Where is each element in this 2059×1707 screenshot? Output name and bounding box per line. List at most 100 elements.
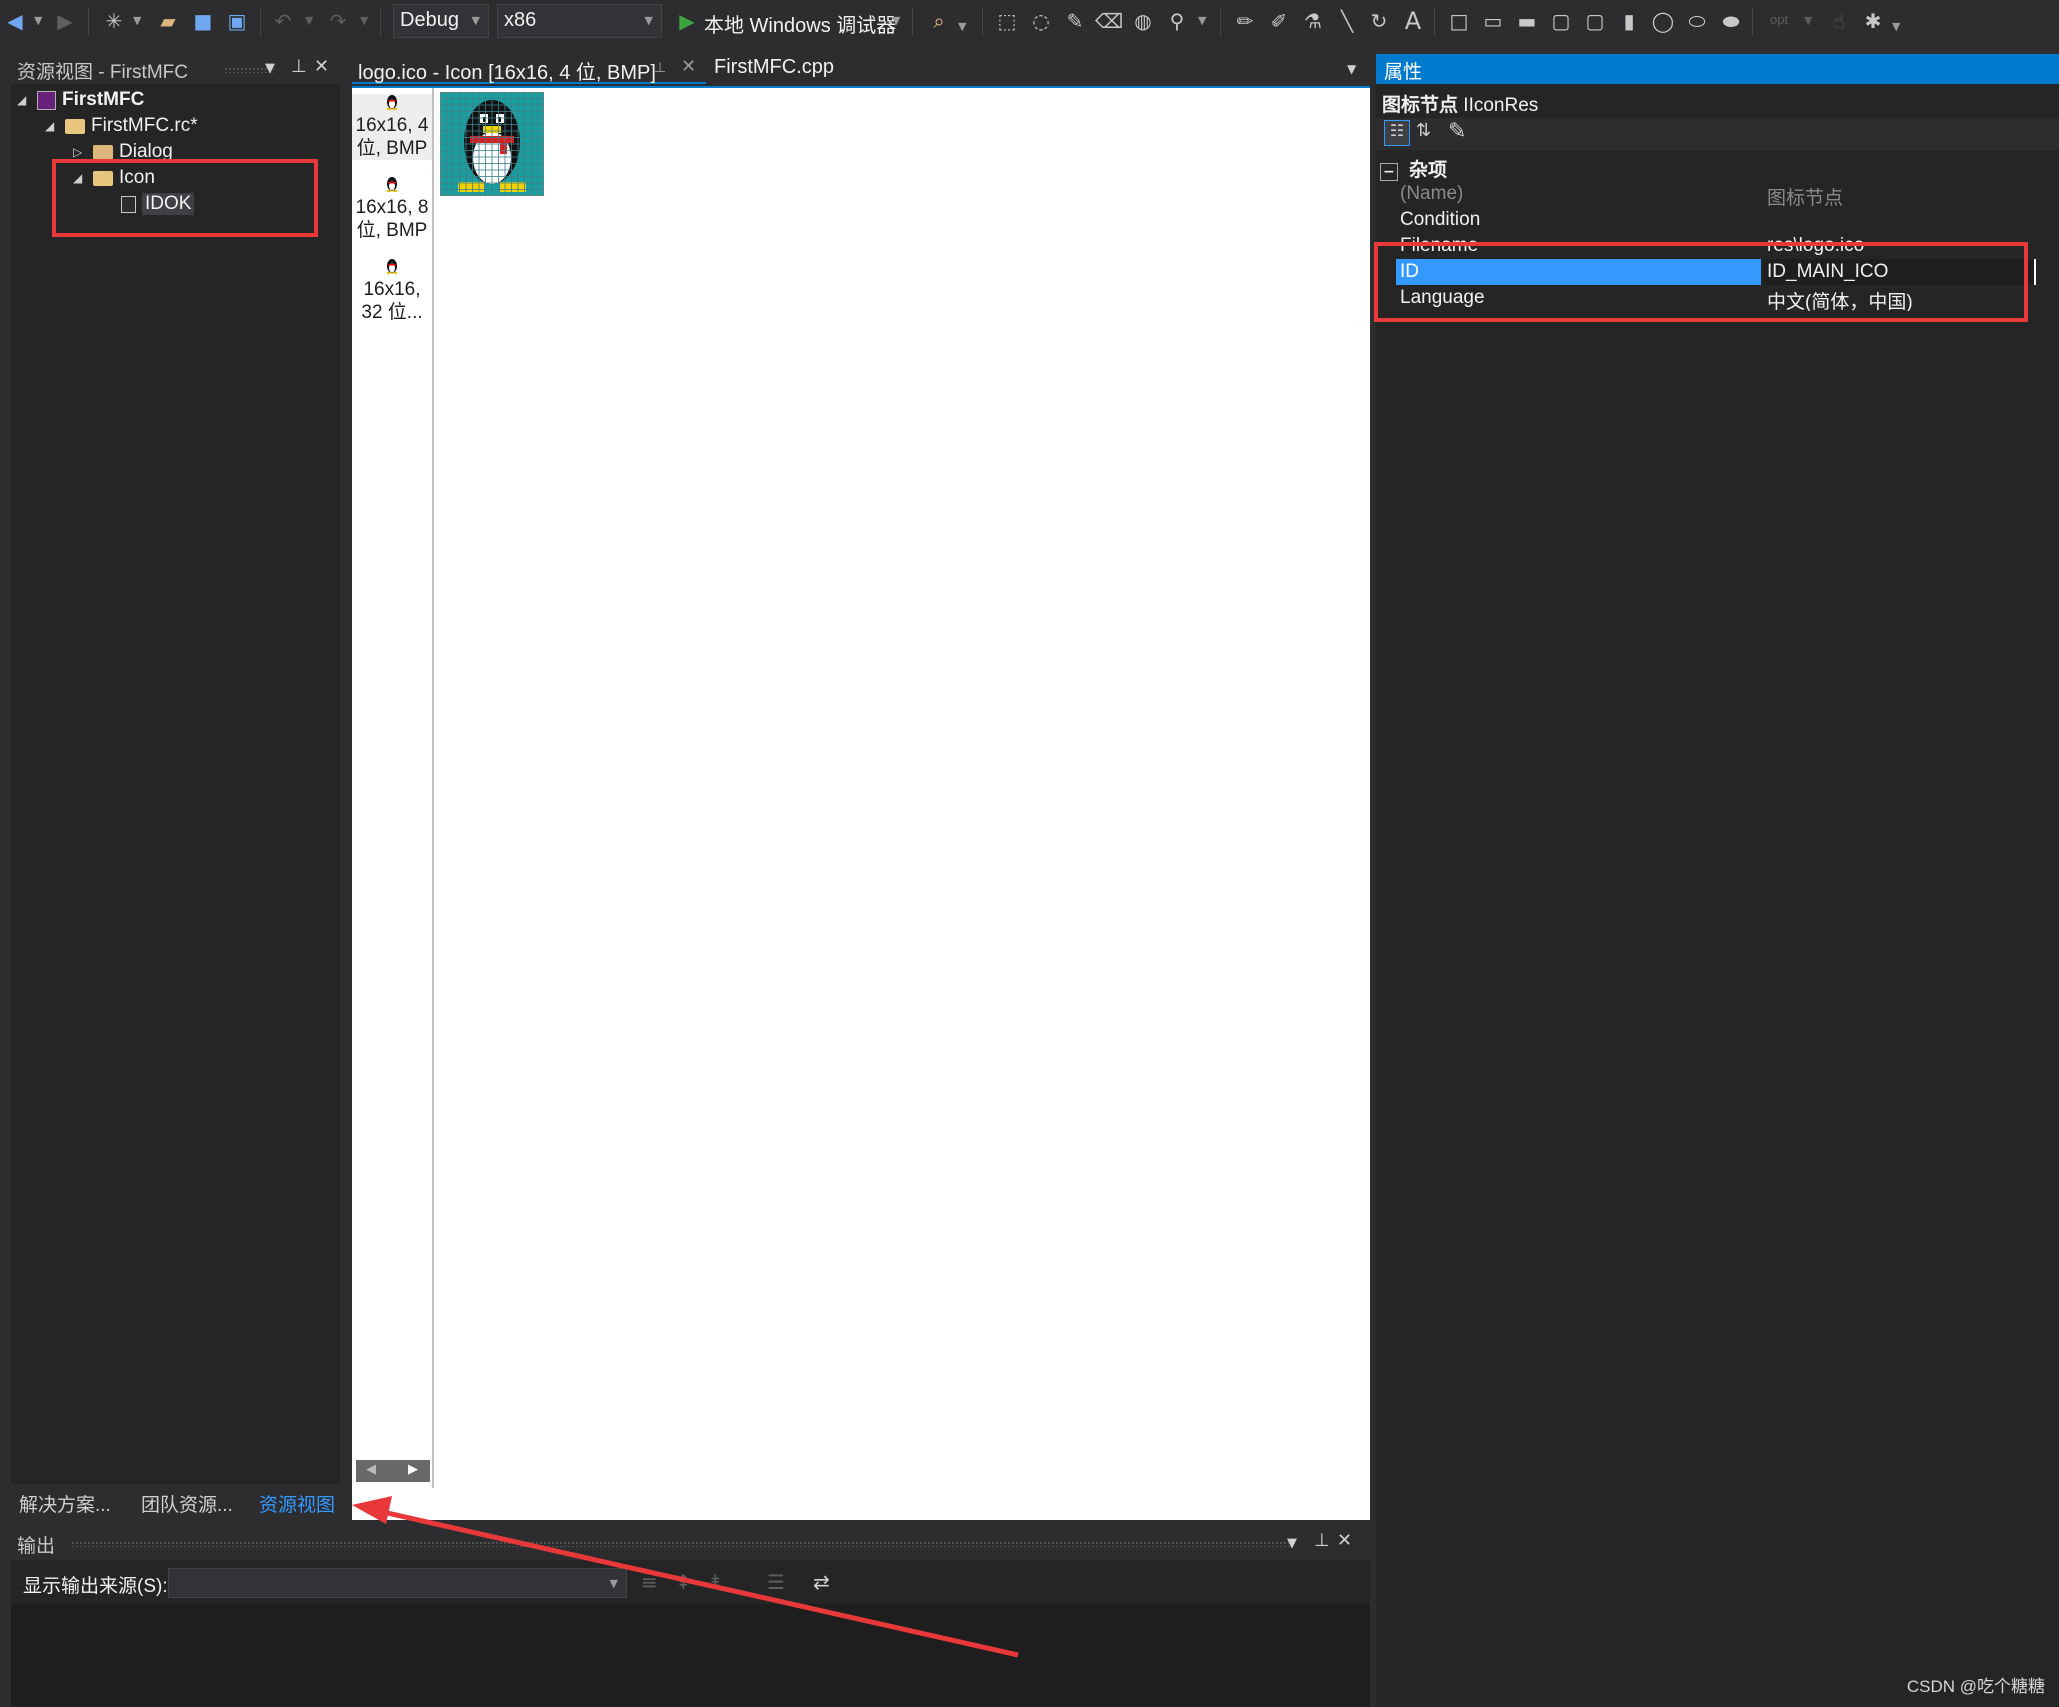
next-message-icon[interactable]: ⇟ bbox=[707, 1570, 724, 1594]
ellipse-filled-icon[interactable]: ⬬ bbox=[1718, 8, 1744, 34]
tree-item-project[interactable]: ◢ FirstMFC bbox=[17, 87, 144, 113]
icon-pixel-grid[interactable] bbox=[440, 92, 544, 196]
toolbar-overflow-icon[interactable]: ▼ bbox=[1892, 20, 1900, 33]
word-wrap-icon[interactable]: ⇄ bbox=[813, 1570, 830, 1594]
tab-logo-ico[interactable]: logo.ico - Icon [16x16, 4 位, BMP] ⊥ ✕ bbox=[352, 54, 706, 84]
open-file-icon[interactable]: ▰ bbox=[155, 8, 181, 34]
redo-dropdown-icon[interactable]: ▼ bbox=[360, 14, 368, 27]
image-editor-canvas[interactable]: 16x16, 4 位, BMP 16x16, 8 位, BMP 16x16, 3… bbox=[352, 86, 1370, 1520]
toolbar-separator bbox=[1220, 8, 1221, 36]
eraser-icon[interactable]: ⌫ bbox=[1095, 8, 1123, 34]
tab-team-explorer[interactable]: 团队资源... bbox=[141, 1490, 233, 1517]
property-value[interactable] bbox=[1763, 207, 2036, 233]
rectangle-outline-icon[interactable]: □ bbox=[1446, 8, 1472, 34]
image-type-item[interactable]: 16x16, 8 位, BMP bbox=[352, 176, 432, 242]
fill-icon[interactable]: ◍ bbox=[1130, 8, 1156, 34]
close-icon[interactable]: ✕ bbox=[1337, 1530, 1352, 1551]
find-in-files-icon[interactable]: ⌕ bbox=[926, 8, 952, 34]
undo-icon[interactable]: ↶ bbox=[270, 8, 296, 34]
output-text-area[interactable] bbox=[11, 1604, 1370, 1707]
property-pages-icon[interactable]: ✎ bbox=[1448, 118, 1466, 144]
curve-icon[interactable]: ↻ bbox=[1366, 8, 1392, 34]
property-key: (Name) bbox=[1400, 183, 1464, 204]
image-type-item[interactable]: 16x16, 4 位, BMP bbox=[352, 94, 432, 160]
pin-icon[interactable]: ⊥ bbox=[291, 56, 307, 77]
debugger-dropdown-icon[interactable]: ▼ bbox=[892, 14, 900, 27]
new-project-icon[interactable]: ✳ bbox=[101, 8, 127, 34]
forward-icon[interactable]: ▶ bbox=[52, 8, 78, 34]
new-dropdown-icon[interactable]: ▼ bbox=[133, 14, 141, 27]
rectangle-bordered-icon[interactable]: ▭ bbox=[1480, 8, 1506, 34]
ellipse-outline-icon[interactable]: ◯ bbox=[1650, 8, 1676, 34]
pencil-icon[interactable]: ✏ bbox=[1232, 8, 1258, 34]
image-type-item[interactable]: 16x16, 32 位... bbox=[352, 258, 432, 324]
alphabetical-icon[interactable]: ⇅ bbox=[1416, 120, 1431, 141]
scroll-right-icon[interactable]: ▶ bbox=[408, 1462, 418, 1477]
horizontal-scrollbar[interactable]: ◀ ▶ bbox=[356, 1460, 430, 1482]
editor-area: logo.ico - Icon [16x16, 4 位, BMP] ⊥ ✕ Fi… bbox=[352, 54, 1370, 1520]
property-row-name[interactable]: (Name) 图标节点 bbox=[1396, 181, 2036, 207]
tree-item-rc-file[interactable]: ◢ FirstMFC.rc* bbox=[45, 113, 198, 139]
new-image-type-icon[interactable]: ✱ bbox=[1860, 8, 1886, 34]
ellipse-bordered-icon[interactable]: ⬭ bbox=[1684, 8, 1710, 34]
toolbar-separator bbox=[88, 8, 89, 36]
opt-dropdown-icon[interactable]: ▼ bbox=[1804, 14, 1812, 27]
folder-icon bbox=[93, 144, 113, 160]
collapse-icon[interactable]: − bbox=[1380, 163, 1398, 181]
clear-all-icon[interactable]: ☰ bbox=[767, 1570, 785, 1594]
expanded-triangle-icon[interactable]: ◢ bbox=[45, 119, 65, 133]
lasso-select-icon[interactable]: ◌ bbox=[1028, 8, 1054, 34]
categorized-icon[interactable]: ☷ bbox=[1384, 120, 1410, 146]
save-icon[interactable]: ■ bbox=[190, 8, 216, 34]
previous-message-icon[interactable]: ⇞ bbox=[675, 1570, 692, 1594]
window-position-icon[interactable]: ▼ bbox=[265, 61, 275, 76]
drag-grip[interactable] bbox=[71, 1541, 1291, 1547]
image-type-line1: 16x16, 4 bbox=[355, 115, 429, 136]
tab-solution-explorer[interactable]: 解决方案... bbox=[19, 1490, 111, 1517]
configuration-select[interactable]: Debug ▼ bbox=[393, 4, 489, 38]
save-all-icon[interactable]: ▣ bbox=[224, 8, 250, 34]
close-icon[interactable]: ✕ bbox=[314, 56, 329, 77]
back-icon[interactable]: ◀ bbox=[2, 8, 28, 34]
output-source-select[interactable]: ▼ bbox=[168, 1568, 627, 1598]
tab-list-dropdown-icon[interactable]: ▼ bbox=[1347, 62, 1356, 76]
close-tab-icon[interactable]: ✕ bbox=[681, 56, 696, 77]
airbrush-icon[interactable]: ⚗ bbox=[1300, 8, 1326, 34]
window-position-icon[interactable]: ▼ bbox=[1287, 1536, 1297, 1551]
rectangle-filled-icon[interactable]: ▬ bbox=[1514, 8, 1540, 34]
find-message-icon[interactable]: ≡ bbox=[641, 1570, 658, 1594]
undo-dropdown-icon[interactable]: ▼ bbox=[305, 14, 313, 27]
property-row-condition[interactable]: Condition bbox=[1396, 207, 2036, 233]
pin-icon[interactable]: ⊥ bbox=[654, 59, 666, 76]
magnify-icon[interactable]: ⚲ bbox=[1164, 8, 1190, 34]
scroll-left-icon[interactable]: ◀ bbox=[366, 1462, 376, 1477]
category-misc[interactable]: − 杂项 bbox=[1380, 155, 1447, 182]
overflow-dropdown-icon[interactable]: ▼ bbox=[958, 20, 966, 33]
rounded-rect-bordered-icon[interactable]: ▢ bbox=[1582, 8, 1608, 34]
expanded-triangle-icon[interactable]: ◢ bbox=[17, 93, 37, 107]
rounded-rect-filled-icon[interactable]: ▮ bbox=[1616, 8, 1642, 34]
text-tool-icon[interactable]: A bbox=[1400, 7, 1426, 35]
redo-icon[interactable]: ↷ bbox=[325, 8, 351, 34]
brush-icon[interactable]: ✐ bbox=[1266, 8, 1292, 34]
line-icon[interactable]: ╲ bbox=[1334, 8, 1360, 34]
magnify-dropdown-icon[interactable]: ▼ bbox=[1198, 14, 1206, 27]
object-name: 图标节点 bbox=[1382, 95, 1459, 116]
category-label: 杂项 bbox=[1409, 160, 1448, 181]
properties-object-selector[interactable]: 图标节点 IIconRes bbox=[1382, 90, 1538, 117]
back-dropdown-icon[interactable]: ▼ bbox=[34, 14, 42, 27]
property-value: 图标节点 bbox=[1767, 188, 1844, 207]
chevron-down-icon: ▼ bbox=[609, 1577, 618, 1590]
penguin-icon bbox=[387, 95, 397, 110]
rounded-rect-outline-icon[interactable]: ▢ bbox=[1548, 8, 1574, 34]
color-picker-icon[interactable]: ✎ bbox=[1062, 8, 1088, 34]
rect-select-icon[interactable]: ⬚ bbox=[994, 8, 1020, 34]
hotspot-icon[interactable]: ☝ bbox=[1826, 8, 1852, 34]
tab-resource-view[interactable]: 资源视图 bbox=[259, 1490, 335, 1517]
pin-icon[interactable]: ⊥ bbox=[1314, 1530, 1330, 1551]
play-icon[interactable]: ▶ bbox=[674, 8, 700, 34]
start-debugger-button[interactable]: 本地 Windows 调试器 bbox=[704, 9, 896, 38]
tab-firstmfc-cpp[interactable]: FirstMFC.cpp bbox=[708, 54, 858, 84]
platform-select[interactable]: x86 ▼ bbox=[497, 4, 662, 38]
collapsed-triangle-icon[interactable]: ▷ bbox=[73, 145, 93, 159]
